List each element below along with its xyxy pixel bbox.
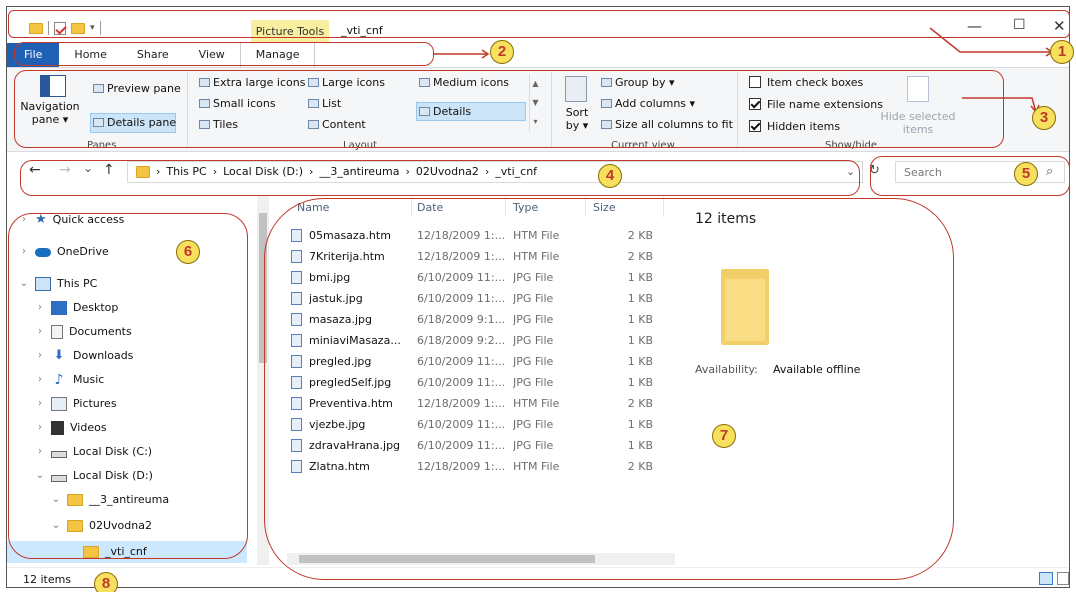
annotation-search-outline: [870, 156, 1070, 196]
large-icons-view-toggle-icon[interactable]: [1057, 572, 1069, 585]
annotation-badge-1: 1: [1050, 40, 1074, 64]
details-view-toggle-icon[interactable]: [1039, 572, 1053, 585]
status-item-count: 12 items: [23, 573, 72, 586]
annotation-badge-5: 5: [1014, 162, 1038, 186]
annotation-address-bar-outline: [20, 160, 860, 196]
annotation-badge-2: 2: [490, 40, 514, 64]
annotation-badge-4: 4: [598, 164, 622, 188]
annotation-badge-7: 7: [712, 424, 736, 448]
annotation-content-area-outline: [264, 198, 954, 580]
annotation-badge-3: 3: [1032, 106, 1056, 130]
annotation-title-bar-outline: [8, 10, 1070, 38]
annotation-ribbon-tabs-outline: [14, 42, 434, 66]
annotation-badge-8: 8: [94, 572, 118, 592]
annotation-badge-6: 6: [176, 240, 200, 264]
annotation-ribbon-outline: [14, 70, 1004, 148]
annotation-navigation-pane-outline: [8, 213, 248, 559]
